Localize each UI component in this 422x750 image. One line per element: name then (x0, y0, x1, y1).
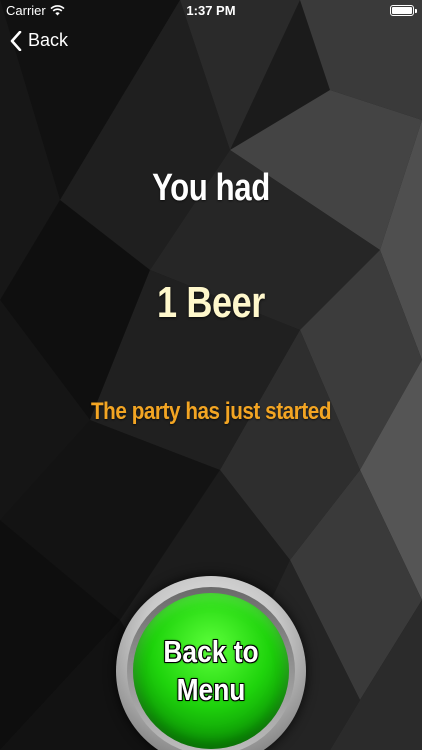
back-button[interactable]: Back (10, 30, 68, 51)
menu-button-face[interactable]: Back to Menu (133, 593, 289, 749)
party-message: The party has just started (90, 398, 331, 425)
menu-button-line2: Menu (176, 672, 246, 707)
battery-icon (390, 5, 417, 16)
result-heading: You had (152, 167, 270, 209)
result-screen: Carrier 1:37 PM Back You had 1 Beer The … (0, 0, 422, 750)
status-time: 1:37 PM (186, 3, 236, 18)
beer-count: 1 Beer (157, 278, 265, 327)
chevron-left-icon (10, 30, 22, 51)
battery-nub (415, 9, 417, 13)
menu-button-label: Back to Menu (145, 633, 278, 709)
menu-button-line1: Back to (163, 634, 259, 669)
status-bar: Carrier 1:37 PM (0, 0, 422, 22)
battery-level-fill (392, 7, 412, 14)
back-to-menu-button[interactable]: Back to Menu (116, 576, 306, 750)
back-button-label: Back (28, 30, 69, 50)
